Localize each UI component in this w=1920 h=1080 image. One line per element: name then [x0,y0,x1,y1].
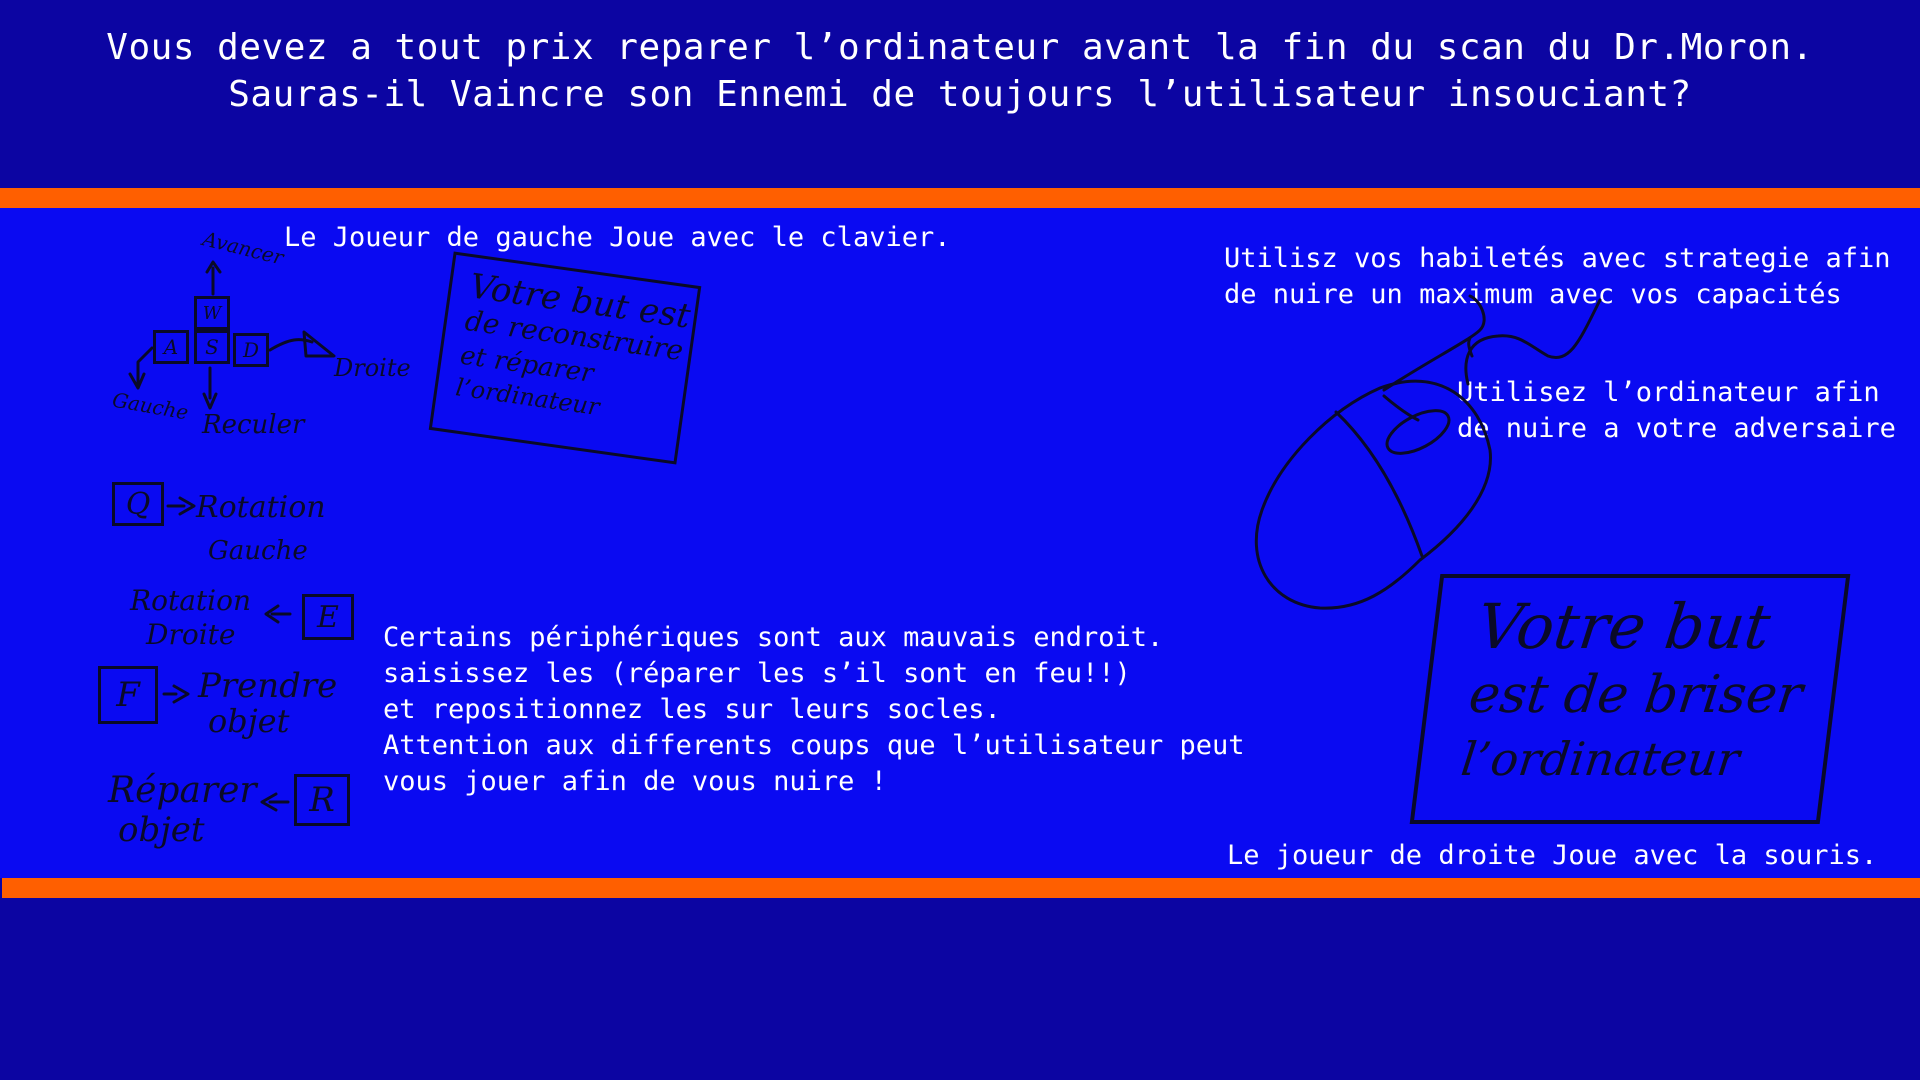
arrow-right-icon [268,330,336,358]
hand-drawn-sketch [128,260,1602,812]
arrow-down-icon [202,366,218,410]
arrow-left-icon [128,346,154,390]
arrow-e-icon [264,604,292,624]
mouse-cable [1464,298,1602,386]
mouse-icon [1254,294,1492,610]
arrow-up-icon [205,260,222,296]
arrow-q-icon [166,496,196,516]
arrow-r-icon [260,792,290,812]
arrow-f-icon [162,684,190,704]
